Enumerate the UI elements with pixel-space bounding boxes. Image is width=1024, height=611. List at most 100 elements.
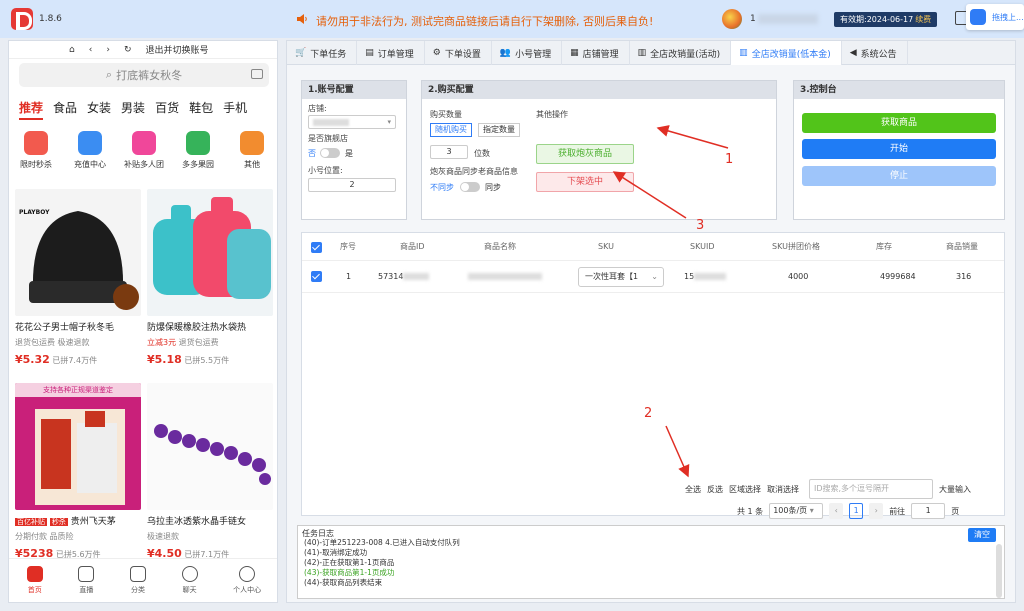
tabbar-live[interactable]: 直播	[78, 566, 95, 595]
category-tab[interactable]: 男装	[121, 99, 145, 120]
product-price: ¥5.32 已拼7.4万件	[15, 353, 98, 366]
tab-order-manage[interactable]: ▤ 订单管理	[357, 41, 425, 65]
refresh-icon[interactable]: ↻	[124, 45, 132, 55]
back-icon[interactable]: ‹	[89, 45, 93, 55]
product-card[interactable]: 乌拉圭冰透紫水晶手链女 极速退款 ¥4.50 已拼7.1万件	[147, 383, 273, 560]
sku-select[interactable]: 一次性耳套【1 ⌄	[578, 267, 664, 287]
tab-order-settings[interactable]: ⚙ 下单设置	[425, 41, 492, 65]
avatar[interactable]	[722, 9, 742, 29]
quick-item[interactable]: 充值中心	[65, 131, 115, 170]
user-icon	[239, 566, 256, 582]
shop-select[interactable]: ▾	[308, 115, 396, 129]
position-label: 小号位置:	[308, 166, 343, 175]
clear-log-button[interactable]: 清空	[968, 528, 996, 542]
tab-sales-activity[interactable]: ▥ 全店改销量(活动)	[630, 41, 732, 65]
tabbar-chat[interactable]: 聊天	[181, 566, 198, 595]
log-scrollbar[interactable]	[996, 544, 1002, 598]
goods-table: 序号 商品ID 商品名称 SKU SKUID SKU拼团价格 库存 商品销量 1…	[301, 232, 1005, 516]
tabbar-profile[interactable]: 个人中心	[233, 566, 261, 595]
product-title: 乌拉圭冰透紫水晶手链女	[147, 517, 247, 527]
prev-page-button[interactable]: ‹	[829, 503, 844, 519]
quick-item[interactable]: 多多果园	[173, 131, 223, 170]
home-icon	[26, 566, 43, 582]
flagship-toggle[interactable]	[320, 148, 340, 158]
quick-item[interactable]: 其他	[227, 131, 277, 170]
home-icon[interactable]: ⌂	[69, 45, 75, 55]
page-number[interactable]: 1	[849, 503, 864, 519]
invert-selection-link[interactable]: 反选	[707, 484, 723, 495]
tab-announcements[interactable]: ◀ 系统公告	[842, 41, 908, 65]
digits-input[interactable]: 3	[430, 145, 468, 159]
tabbar-category[interactable]: 分类	[129, 566, 146, 595]
position-input[interactable]: 2	[308, 178, 396, 192]
product-image	[147, 189, 273, 316]
tab-order-task[interactable]: 🛒 下单任务	[287, 41, 358, 65]
col-index: 序号	[340, 242, 356, 251]
row-checkbox[interactable]	[311, 271, 322, 282]
product-title: 花花公子男士帽子秋冬毛	[15, 323, 115, 333]
row-skuid: 15	[684, 272, 727, 281]
extension-text: 拖拽上...	[992, 12, 1024, 22]
row-id: 57314	[378, 272, 430, 281]
fetch-goods-button[interactable]: 获取商品	[802, 113, 996, 133]
row-name	[468, 272, 542, 281]
chart-icon: ▥	[739, 48, 748, 58]
fetch-gray-goods-button[interactable]: 获取炮灰商品	[536, 144, 634, 164]
product-card[interactable]: PLAYBOY 花花公子男士帽子秋冬毛 退货包运费 极速退款 ¥5.32 已拼7…	[15, 189, 141, 366]
control-card: 3.控制台 获取商品 开始 停止	[793, 80, 1005, 220]
sync-toggle[interactable]	[460, 182, 480, 192]
tab-account-manage[interactable]: 👥 小号管理	[492, 41, 563, 65]
product-card[interactable]: 防爆保暖橡胶注热水袋热 立减3元 退货包运费 ¥5.18 已拼5.5万件	[147, 189, 273, 366]
fixed-qty-option[interactable]: 指定数量	[478, 123, 520, 137]
log-line: (44)-获取商品列表结束	[304, 578, 383, 587]
category-tab[interactable]: 鞋包	[189, 99, 213, 120]
bulk-input-link[interactable]: 大量输入	[939, 484, 971, 495]
table-row[interactable]: 1 57314 一次性耳套【1 ⌄ 15 4000 4999684 316	[302, 261, 1004, 293]
quick-item[interactable]: 限时秒杀	[11, 131, 61, 170]
category-tab[interactable]: 百货	[155, 99, 179, 120]
category-tab[interactable]: 推荐	[19, 99, 44, 120]
extension-popup[interactable]: 拖拽上...	[966, 4, 1024, 30]
page-label: 页	[951, 506, 960, 516]
phone-nav: ⌂ ‹ › ↻ 退出并切换账号	[9, 41, 277, 59]
other-ops-label: 其他操作	[536, 110, 568, 119]
select-all-checkbox[interactable]	[311, 242, 322, 253]
random-buy-option[interactable]: 随机购买	[430, 123, 472, 137]
unlist-selected-button[interactable]: 下架选中	[536, 172, 634, 192]
cart-icon: 🛒	[295, 48, 307, 58]
app-version: 1.8.6	[39, 14, 62, 24]
select-all-link[interactable]: 全选	[685, 484, 701, 495]
stop-button[interactable]: 停止	[802, 166, 996, 186]
brand-label: PLAYBOY	[19, 209, 50, 216]
category-tab[interactable]: 食品	[53, 99, 77, 120]
tab-shop-manage[interactable]: ▦ 店铺管理	[562, 41, 630, 65]
product-price: ¥5.18 已拼5.5万件	[147, 353, 230, 366]
search-input[interactable]: ⌕ 打底裤女秋冬	[19, 63, 269, 87]
cancel-selection-link[interactable]: 取消选择	[767, 484, 799, 495]
category-tab[interactable]: 手机	[223, 99, 247, 120]
id-search-input[interactable]: ID搜索,多个逗号隔开	[809, 479, 933, 499]
account-config-card: 1.账号配置 店铺: ▾ 是否旗舰店 否 是 小号位置: 2	[301, 80, 407, 220]
tabbar-home[interactable]: 首页	[26, 566, 43, 595]
camera-icon[interactable]	[251, 69, 263, 79]
product-image: 支持各种正规渠道鉴定	[15, 383, 141, 510]
start-button[interactable]: 开始	[802, 139, 996, 159]
row-stock: 4999684	[880, 272, 916, 281]
category-tab[interactable]: 女装	[87, 99, 111, 120]
next-page-button[interactable]: ›	[869, 503, 884, 519]
quick-item[interactable]: 补贴多人团	[119, 131, 169, 170]
tab-sales-low-cost[interactable]: ▥ 全店改销量(低本金)	[731, 41, 842, 65]
renew-link[interactable]: 续费	[915, 14, 931, 25]
range-select-link[interactable]: 区域选择	[729, 484, 761, 495]
gear-icon: ⚙	[432, 48, 441, 58]
annotation-number-1: 1	[725, 152, 734, 167]
product-card[interactable]: 支持各种正规渠道鉴定 百亿补贴 秒杀 贵州飞天茅 分期付款 品质险 ¥5238 …	[15, 383, 141, 560]
flagship-yes-label: 是	[345, 149, 353, 158]
cloud-icon	[970, 9, 986, 25]
switch-account-link[interactable]: 退出并切换账号	[145, 43, 208, 56]
flagship-label: 是否旗舰店	[308, 134, 348, 143]
page-size-select[interactable]: 100条/页 ▾	[769, 503, 824, 519]
goto-page-input[interactable]: 1	[911, 503, 946, 519]
product-image	[147, 383, 273, 510]
forward-icon[interactable]: ›	[106, 45, 110, 55]
